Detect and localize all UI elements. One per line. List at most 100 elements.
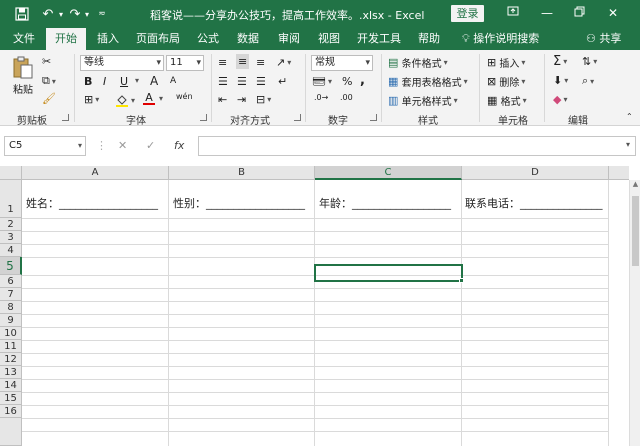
cell-c1[interactable]: 年龄：__________________ [319,195,451,211]
fill-handle[interactable] [459,278,464,283]
row-header-9[interactable]: 9 [0,314,22,327]
scrollbar-thumb[interactable] [632,196,639,266]
increase-decimal-icon[interactable]: .0→ [314,93,328,102]
number-launcher-icon[interactable] [370,114,377,121]
underline-dropdown-icon[interactable]: ▾ [133,76,139,85]
cancel-entry-icon[interactable]: ✕ [118,139,127,152]
row-header-14[interactable]: 14 [0,379,22,392]
accounting-format-icon[interactable]: 💳︎ ▾ [312,75,332,88]
fill-icon[interactable]: ⬇ ▾ [553,74,568,87]
row-header-11[interactable]: 11 [0,340,22,353]
tell-me-search[interactable]: 💡︎ 操作说明搜索 [462,28,539,50]
find-select-icon[interactable]: ⌕ ▾ [582,74,594,88]
fill-color-icon[interactable]: ▾ [115,93,135,107]
ribbon-display-icon[interactable] [504,4,522,22]
name-box[interactable]: C5 ▾ [4,136,86,156]
cell-d1[interactable]: 联系电话：_______________ [465,195,603,211]
insert-function-button[interactable]: fx [174,139,184,152]
row-header-7[interactable]: 7 [0,288,22,301]
tab-home[interactable]: 开始 [46,28,86,50]
tab-review[interactable]: 审阅 [273,28,305,50]
tab-developer[interactable]: 开发工具 [353,28,405,50]
align-left-icon[interactable]: ☰ [218,75,228,88]
font-name-select[interactable]: 等线 ▾ [80,55,164,71]
align-center-icon[interactable]: ☰ [237,75,247,88]
percent-style-button[interactable]: % [342,75,352,88]
column-header-b[interactable]: B [169,166,315,180]
row-header-4[interactable]: 4 [0,244,22,257]
cell-a1[interactable]: 姓名：__________________ [26,195,158,211]
expand-formula-icon[interactable]: ▾ [626,140,630,149]
row-header-13[interactable]: 13 [0,366,22,379]
font-color-dropdown-icon[interactable]: ▾ [157,94,163,103]
tab-page-layout[interactable]: 页面布局 [132,28,184,50]
clipboard-launcher-icon[interactable] [62,114,69,121]
comma-style-button[interactable]: , [360,73,365,88]
bold-button[interactable]: B [84,75,92,88]
format-painter-icon[interactable]: 🖌︎ [42,92,56,105]
decrease-decimal-icon[interactable]: .00 [340,93,353,102]
tab-file[interactable]: 文件 [8,28,40,50]
cut-icon[interactable]: ✂ [42,55,51,68]
font-launcher-icon[interactable] [200,114,207,121]
vertical-scrollbar[interactable]: ▲ [629,180,640,446]
align-right-icon[interactable]: ☰ [256,75,266,88]
login-button[interactable]: 登录 [451,5,484,22]
undo-dropdown-icon[interactable]: ▾ [56,6,66,22]
cell-b1[interactable]: 性别：__________________ [173,195,305,211]
row-header-5[interactable]: 5 [0,257,22,275]
row-header-2[interactable]: 2 [0,218,22,231]
sort-filter-icon[interactable]: ⇅ ▾ [582,55,597,68]
orientation-icon[interactable]: ↗ ▾ [276,56,291,69]
format-as-table-button[interactable]: ▦ 套用表格格式 ▾ [388,74,468,89]
minimize-icon[interactable]: — [538,4,556,22]
row-header-6[interactable]: 6 [0,275,22,288]
shrink-font-button[interactable]: A [170,76,176,86]
underline-button[interactable]: U [120,75,128,88]
tab-help[interactable]: 帮助 [413,28,445,50]
tab-formulas[interactable]: 公式 [192,28,224,50]
undo-icon[interactable]: ↶ [40,6,56,22]
phonetic-guide-button[interactable]: wén [176,92,193,101]
tab-view[interactable]: 视图 [313,28,345,50]
column-header-e[interactable] [609,166,629,180]
italic-button[interactable]: I [103,75,106,88]
formula-input[interactable]: ▾ [198,136,636,156]
paste-button[interactable]: 粘贴 [12,56,34,96]
row-header-1[interactable]: 1 [0,180,22,218]
row-header-16[interactable]: 16 [0,405,22,418]
format-cells-button[interactable]: ▦ 格式 ▾ [487,93,527,108]
autosum-icon[interactable]: Σ ▾ [553,54,567,69]
tab-data[interactable]: 数据 [232,28,264,50]
restore-icon[interactable] [570,4,588,22]
copy-icon[interactable]: ⧉ ▾ [42,74,56,88]
row-header-8[interactable]: 8 [0,301,22,314]
confirm-entry-icon[interactable]: ✓ [146,139,155,152]
active-cell-c5[interactable] [314,264,463,282]
redo-icon[interactable]: ↷ [68,6,82,22]
font-size-select[interactable]: 11 ▾ [166,55,204,71]
scroll-up-icon[interactable]: ▲ [630,180,640,188]
align-bottom-icon[interactable]: ≡ [256,56,265,69]
font-color-button[interactable]: A [143,92,155,105]
close-icon[interactable]: ✕ [604,4,622,22]
column-header-c[interactable]: C [315,166,462,180]
decrease-indent-icon[interactable]: ⇤ [218,93,227,106]
align-top-icon[interactable]: ≡ [218,56,227,69]
row-header-17[interactable] [0,418,22,446]
save-icon[interactable] [14,6,30,22]
conditional-formatting-button[interactable]: ▤ 条件格式 ▾ [388,55,448,70]
row-header-12[interactable]: 12 [0,353,22,366]
increase-indent-icon[interactable]: ⇥ [237,93,246,106]
collapse-ribbon-icon[interactable]: ⌃ [626,112,633,121]
redo-dropdown-icon[interactable]: ▾ [82,6,92,22]
wrap-text-icon[interactable]: ↵ [278,75,287,88]
row-header-15[interactable]: 15 [0,392,22,405]
insert-cells-button[interactable]: ⊞ 插入 ▾ [487,55,525,70]
row-header-3[interactable]: 3 [0,231,22,244]
clear-icon[interactable]: ◆ ▾ [553,93,567,106]
alignment-launcher-icon[interactable] [294,114,301,121]
share-button[interactable]: ⚇ 共享 [586,28,621,50]
merge-center-icon[interactable]: ⊟ ▾ [256,93,271,106]
delete-cells-button[interactable]: ⊠ 删除 ▾ [487,74,525,89]
